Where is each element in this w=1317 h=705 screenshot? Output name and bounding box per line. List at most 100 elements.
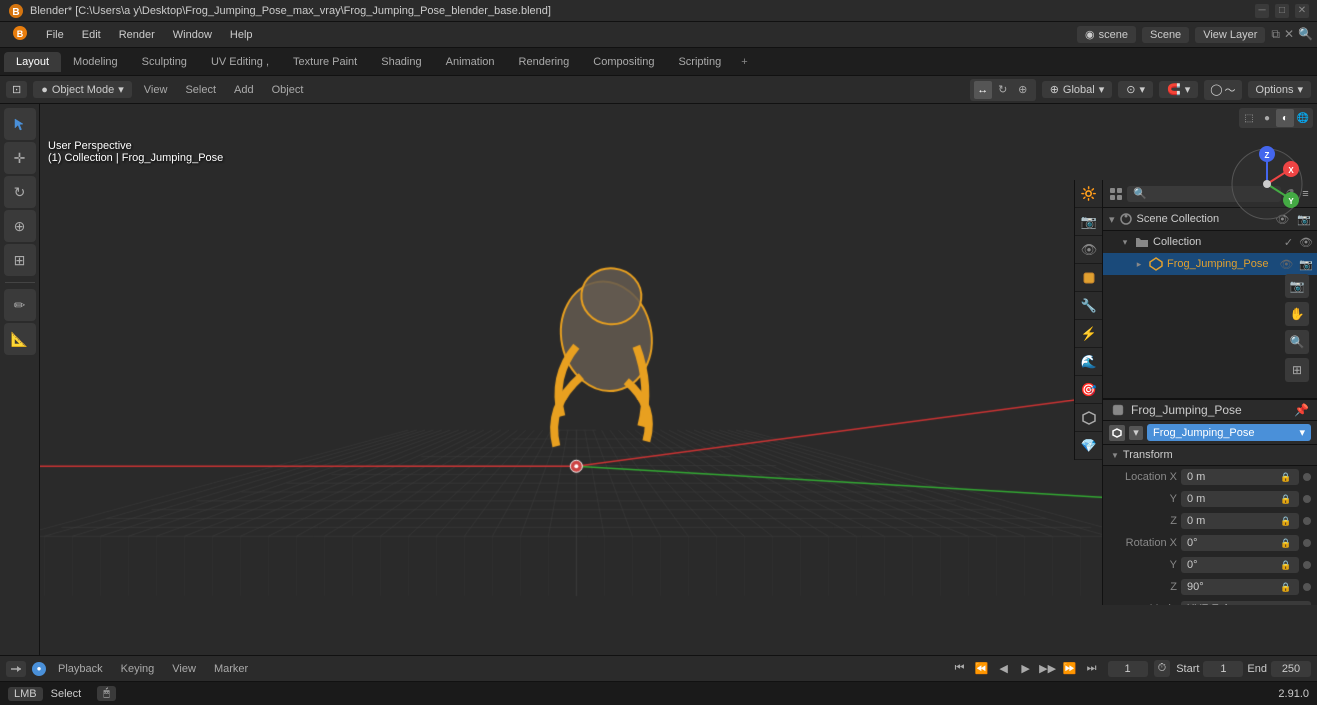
maximize-button[interactable]: □ — [1275, 4, 1289, 18]
location-z-keyframe[interactable] — [1303, 517, 1311, 525]
tab-texture-paint[interactable]: Texture Paint — [281, 52, 369, 72]
frog-visibility-icon[interactable]: 👁 — [1279, 258, 1293, 271]
rotation-mode-selector[interactable]: XYZ Euler ▾ — [1181, 601, 1311, 606]
collection-camera-icon[interactable]: 👁 — [1299, 236, 1313, 249]
marker-menu[interactable]: Marker — [208, 661, 254, 677]
fps-display[interactable]: ⏱ — [1154, 660, 1171, 677]
object-mode-selector[interactable]: ● Object Mode ▾ — [33, 81, 132, 98]
search-viewport-icon[interactable]: 🔍 — [1285, 330, 1309, 354]
rotate-icon[interactable]: ↻ — [994, 81, 1012, 99]
timeline-type-icon[interactable] — [6, 661, 26, 677]
object-data-selector[interactable]: Frog_Jumping_Pose ▾ — [1147, 424, 1311, 441]
current-frame-input[interactable] — [1108, 661, 1148, 677]
x-icon[interactable]: ✕ — [1284, 27, 1294, 42]
rotation-x-lock[interactable]: 🔒 — [1279, 538, 1293, 549]
tab-sculpting[interactable]: Sculpting — [130, 52, 199, 72]
rotation-y-lock[interactable]: 🔒 — [1279, 560, 1293, 571]
step-forward-btn[interactable]: ▶▶ — [1038, 659, 1058, 679]
location-x-keyframe[interactable] — [1303, 473, 1311, 481]
pin-icon[interactable]: 📌 — [1294, 403, 1309, 417]
end-frame-input[interactable] — [1271, 661, 1311, 677]
prop-tab-active-tool[interactable]: 🔆 — [1075, 180, 1103, 208]
rotation-x-keyframe[interactable] — [1303, 539, 1311, 547]
prop-tab-world[interactable]: 👁 — [1075, 236, 1103, 264]
rotation-z-keyframe[interactable] — [1303, 583, 1311, 591]
frog-camera-icon[interactable]: 📷 — [1299, 258, 1313, 271]
location-y-keyframe[interactable] — [1303, 495, 1311, 503]
add-workspace-button[interactable]: + — [733, 52, 755, 72]
location-x-field[interactable]: 0 m 🔒 — [1181, 469, 1299, 485]
tab-uv-editing[interactable]: UV Editing , — [199, 52, 281, 72]
jump-to-start-btn[interactable]: ⏮ — [950, 659, 970, 679]
scale-tool[interactable]: ⊕ — [4, 210, 36, 242]
add-menu[interactable]: Add — [228, 82, 260, 98]
prop-tab-modifiers[interactable]: 🔧 — [1075, 292, 1103, 320]
rotation-x-field[interactable]: 0° 🔒 — [1181, 535, 1299, 551]
tab-rendering[interactable]: Rendering — [507, 52, 582, 72]
menu-file[interactable]: File — [38, 27, 72, 43]
object-menu[interactable]: Object — [266, 82, 310, 98]
grid-view-icon[interactable]: ⊞ — [1285, 358, 1309, 382]
play-btn[interactable]: ▶ — [1016, 659, 1036, 679]
options-button[interactable]: Options ▾ — [1248, 81, 1311, 98]
prop-tab-constraints[interactable]: 🎯 — [1075, 376, 1103, 404]
tab-scripting[interactable]: Scripting — [666, 52, 733, 72]
tab-shading[interactable]: Shading — [369, 52, 433, 72]
jump-to-end-btn[interactable]: ⏭ — [1082, 659, 1102, 679]
transform-orientation-selector[interactable]: ⊕ Global ▾ — [1042, 81, 1113, 98]
location-y-field[interactable]: 0 m 🔒 — [1181, 491, 1299, 507]
view-menu-timeline[interactable]: View — [166, 661, 202, 677]
auto-keying-btn[interactable]: ● — [32, 662, 46, 676]
scale-icon[interactable]: ⊕ — [1014, 81, 1032, 99]
step-back-btn[interactable]: ◀ — [994, 659, 1014, 679]
solid-shading-btn[interactable]: ● — [1258, 109, 1276, 127]
titlebar-controls[interactable]: ─ □ ✕ — [1255, 4, 1309, 18]
minimize-button[interactable]: ─ — [1255, 4, 1269, 18]
navigation-gizmo[interactable]: Z X Y — [1227, 144, 1307, 224]
prev-keyframe-btn[interactable]: ⏪ — [972, 659, 992, 679]
rotation-y-field[interactable]: 0° 🔒 — [1181, 557, 1299, 573]
tab-animation[interactable]: Animation — [434, 52, 507, 72]
split-icon[interactable]: ⧉ — [1271, 27, 1280, 42]
rendered-shading-btn[interactable]: 🌐 — [1294, 109, 1312, 127]
search-icon[interactable]: 🔍 — [1298, 27, 1313, 42]
material-shading-btn[interactable]: ◐ — [1276, 109, 1294, 127]
measure-tool[interactable]: 📐 — [4, 323, 36, 355]
collection-visibility-checkbox[interactable]: ✓ — [1284, 236, 1293, 249]
menu-edit[interactable]: Edit — [74, 27, 109, 43]
viewport-gizmo[interactable]: Z X Y — [1227, 144, 1307, 224]
menu-help[interactable]: Help — [222, 27, 261, 43]
menu-render[interactable]: Render — [111, 27, 163, 43]
proportional-editing[interactable]: ◯ 〜 — [1204, 80, 1241, 100]
move-icon[interactable]: ↔ — [974, 81, 992, 99]
close-button[interactable]: ✕ — [1295, 4, 1309, 18]
annotate-tool[interactable]: ✏ — [4, 289, 36, 321]
menu-blender[interactable]: B — [4, 23, 36, 46]
camera-view-icon[interactable]: 📷 — [1285, 274, 1309, 298]
location-z-field[interactable]: 0 m 🔒 — [1181, 513, 1299, 529]
location-y-lock[interactable]: 🔒 — [1279, 494, 1293, 505]
transform-header[interactable]: Transform — [1103, 445, 1317, 466]
tab-modeling[interactable]: Modeling — [61, 52, 130, 72]
rotation-z-field[interactable]: 90° 🔒 — [1181, 579, 1299, 595]
transform-tool[interactable]: ⊞ — [4, 244, 36, 276]
move-tool[interactable]: ✛ — [4, 142, 36, 174]
view-layer-selector[interactable]: View Layer — [1195, 27, 1265, 43]
prop-tab-object[interactable] — [1075, 264, 1103, 292]
snap-selector[interactable]: 🧲 ▾ — [1159, 81, 1198, 98]
location-z-lock[interactable]: 🔒 — [1279, 516, 1293, 527]
pivot-selector[interactable]: ⊙ ▾ — [1118, 81, 1153, 98]
select-menu[interactable]: Select — [179, 82, 222, 98]
dropdown-arrow[interactable]: ▾ — [1129, 426, 1143, 440]
prop-tab-material[interactable]: 💎 — [1075, 432, 1103, 460]
select-tool[interactable] — [4, 108, 36, 140]
prop-tab-physics[interactable]: 🌊 — [1075, 348, 1103, 376]
hand-pan-icon[interactable]: ✋ — [1285, 302, 1309, 326]
next-keyframe-btn[interactable]: ⏩ — [1060, 659, 1080, 679]
view-menu[interactable]: View — [138, 82, 174, 98]
frog-object-row[interactable]: ▸ Frog_Jumping_Pose 👁 📷 — [1103, 253, 1317, 275]
editor-type-selector[interactable]: ⊡ — [6, 81, 27, 98]
rotation-z-lock[interactable]: 🔒 — [1279, 582, 1293, 593]
start-frame-input[interactable] — [1203, 661, 1243, 677]
tab-layout[interactable]: Layout — [4, 52, 61, 72]
